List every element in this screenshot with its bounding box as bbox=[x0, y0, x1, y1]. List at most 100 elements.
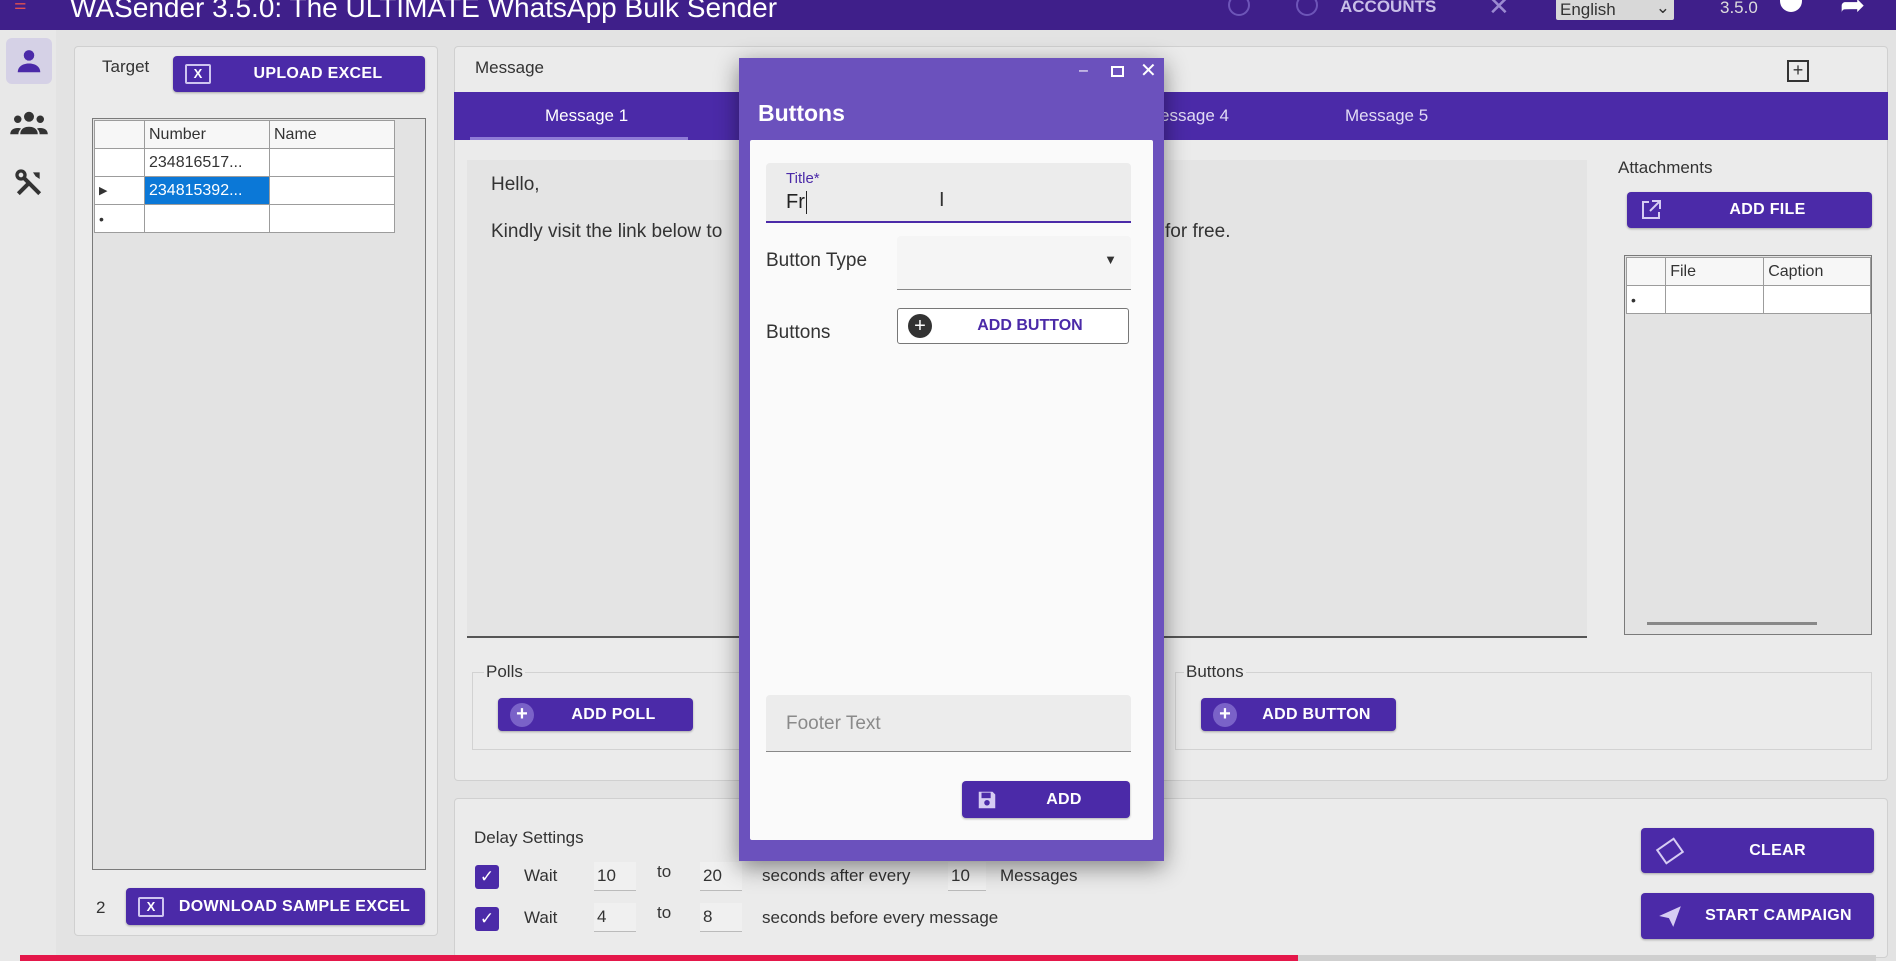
table-row[interactable]: ▶ 234815392... bbox=[94, 176, 395, 205]
text-cursor-icon: I bbox=[939, 189, 945, 211]
delay-row1-wait: Wait bbox=[524, 866, 558, 885]
footer-text-placeholder: Footer Text bbox=[786, 713, 881, 734]
table-row[interactable]: 234816517... bbox=[94, 148, 395, 177]
name-cell[interactable] bbox=[269, 204, 395, 233]
dialog-add-button[interactable]: + ADD BUTTON bbox=[897, 308, 1129, 344]
horizontal-scrollbar[interactable] bbox=[1647, 622, 1817, 625]
tab-message-5[interactable]: Message 5 bbox=[1345, 106, 1428, 126]
tools-icon bbox=[15, 169, 42, 196]
column-header-name[interactable]: Name bbox=[269, 120, 395, 149]
delay-row1-count[interactable]: 10 bbox=[948, 862, 986, 891]
download-sample-excel-button[interactable]: X DOWNLOAD SAMPLE EXCEL bbox=[126, 888, 425, 925]
close-icon[interactable]: ✕ bbox=[1140, 58, 1157, 83]
polls-title: Polls bbox=[484, 662, 525, 682]
attachments-title: Attachments bbox=[1618, 158, 1713, 177]
name-cell[interactable] bbox=[269, 148, 395, 177]
delay-row1-text: seconds after every bbox=[762, 866, 911, 885]
plus-circle-icon: + bbox=[510, 702, 534, 727]
clear-button[interactable]: CLEAR bbox=[1641, 828, 1874, 873]
eraser-icon bbox=[1655, 836, 1685, 865]
tools-icon[interactable]: ✕ bbox=[1488, 0, 1510, 22]
add-file-button[interactable]: ADD FILE bbox=[1627, 192, 1872, 228]
language-value: English bbox=[1560, 0, 1616, 19]
tab-message-1[interactable]: Message 1 bbox=[545, 106, 628, 126]
whatsapp-icon[interactable] bbox=[1296, 0, 1318, 16]
dialog-add-submit-button[interactable]: ADD bbox=[962, 781, 1130, 818]
number-cell[interactable]: 234816517... bbox=[144, 148, 270, 177]
globe-icon[interactable] bbox=[1228, 0, 1250, 16]
number-cell[interactable] bbox=[144, 204, 270, 233]
share-icon[interactable]: ➦ bbox=[1840, 0, 1865, 23]
nav-groups[interactable] bbox=[6, 100, 52, 146]
add-button-section-label: ADD BUTTON bbox=[1262, 705, 1371, 723]
table-row-new[interactable]: • bbox=[94, 204, 395, 233]
save-icon bbox=[978, 791, 996, 808]
number-cell[interactable]: 234815392... bbox=[144, 176, 270, 205]
nav-person[interactable] bbox=[6, 38, 52, 84]
row-selector[interactable] bbox=[94, 148, 145, 177]
delay-row2-to-word: to bbox=[657, 903, 672, 922]
title-field-label: Title* bbox=[786, 170, 820, 187]
target-table: Number Name 234816517... ▶ 234815392... … bbox=[94, 120, 395, 233]
delay-row1-checkbox[interactable]: ✓ bbox=[475, 865, 499, 889]
video-progress-fill bbox=[20, 955, 1298, 961]
send-icon bbox=[1659, 906, 1681, 927]
caption-cell[interactable] bbox=[1763, 285, 1871, 314]
footer-text-field[interactable]: Footer Text bbox=[766, 695, 1131, 752]
row-header-cell bbox=[94, 120, 145, 149]
button-type-label: Button Type bbox=[766, 250, 868, 271]
download-sample-excel-label: DOWNLOAD SAMPLE EXCEL bbox=[178, 897, 411, 915]
buttons-label: Buttons bbox=[766, 322, 831, 343]
delay-row2-wait: Wait bbox=[524, 908, 558, 927]
delay-row1-from[interactable]: 10 bbox=[594, 862, 636, 891]
table-row-new[interactable]: • bbox=[1625, 285, 1871, 314]
target-count: 2 bbox=[96, 898, 106, 917]
add-poll-label: ADD POLL bbox=[571, 705, 656, 723]
target-grid-frame: Number Name 234816517... ▶ 234815392... … bbox=[92, 118, 426, 870]
language-select[interactable]: English ⌄ bbox=[1556, 0, 1674, 20]
caret-down-icon: ▼ bbox=[1104, 252, 1117, 267]
add-message-icon[interactable]: + bbox=[1787, 60, 1809, 82]
add-poll-button[interactable]: + ADD POLL bbox=[498, 698, 693, 731]
row-selector[interactable]: ▶ bbox=[94, 176, 145, 205]
attachments-table: File Caption • bbox=[1625, 257, 1871, 314]
add-file-label: ADD FILE bbox=[1729, 201, 1806, 218]
info-icon[interactable] bbox=[1780, 0, 1802, 12]
delay-row2-checkbox[interactable]: ✓ bbox=[475, 907, 499, 931]
start-campaign-button[interactable]: START CAMPAIGN bbox=[1641, 893, 1874, 939]
upload-excel-button[interactable]: X UPLOAD EXCEL bbox=[173, 56, 425, 92]
maximize-icon[interactable] bbox=[1111, 66, 1124, 77]
dialog-body: Title* Fr I Button Type ▼ Buttons + ADD … bbox=[750, 140, 1153, 840]
nav-tools[interactable] bbox=[6, 160, 52, 206]
column-header-number[interactable]: Number bbox=[144, 120, 270, 149]
excel-icon: X bbox=[185, 64, 211, 84]
accounts-button[interactable]: ACCOUNTS bbox=[1340, 0, 1436, 17]
target-title: Target bbox=[102, 57, 150, 76]
dialog-title: Buttons bbox=[758, 100, 845, 126]
minimize-icon[interactable]: – bbox=[1079, 62, 1088, 80]
title-field[interactable]: Title* Fr I bbox=[766, 163, 1131, 223]
start-campaign-label: START CAMPAIGN bbox=[1705, 907, 1852, 924]
left-nav bbox=[0, 30, 56, 961]
delay-row2-from[interactable]: 4 bbox=[594, 903, 636, 932]
chevron-down-icon: ⌄ bbox=[1655, 0, 1670, 17]
tab-message-4[interactable]: essage 4 bbox=[1160, 106, 1229, 126]
button-type-select[interactable]: ▼ bbox=[897, 236, 1131, 290]
message-title: Message bbox=[475, 58, 544, 77]
dialog-add-submit-label: ADD bbox=[1046, 790, 1082, 808]
message-line-1: Hello, bbox=[491, 174, 540, 195]
column-header-file[interactable]: File bbox=[1665, 257, 1765, 286]
buttons-section-title: Buttons bbox=[1184, 662, 1246, 682]
name-cell[interactable] bbox=[269, 176, 395, 205]
column-header-caption[interactable]: Caption bbox=[1763, 257, 1871, 286]
delay-title: Delay Settings bbox=[474, 828, 584, 847]
title-field-value[interactable]: Fr bbox=[786, 191, 807, 214]
attachments-grid: File Caption • bbox=[1624, 255, 1872, 635]
delay-row2-to[interactable]: 8 bbox=[700, 903, 742, 932]
add-button-section-button[interactable]: + ADD BUTTON bbox=[1201, 698, 1396, 731]
excel-icon: X bbox=[138, 896, 164, 917]
group-icon bbox=[10, 111, 48, 135]
delay-row1-to[interactable]: 20 bbox=[700, 862, 742, 891]
person-icon bbox=[17, 50, 41, 73]
file-cell[interactable] bbox=[1665, 285, 1765, 314]
